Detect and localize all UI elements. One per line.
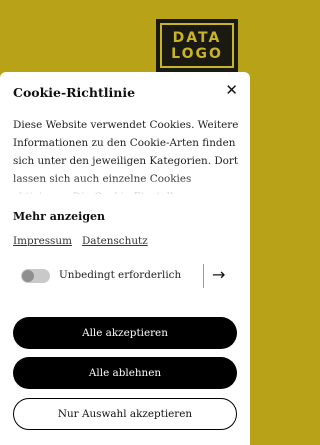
arrow-right-icon[interactable]: → [212,265,225,284]
cookie-dialog: Cookie-Richtlinie ✕ Diese Website verwen… [0,72,250,445]
logo-text-line1: DATA [172,29,222,46]
privacy-link[interactable]: Datenschutz [82,235,148,247]
close-icon[interactable]: ✕ [225,81,238,99]
accept-selection-button[interactable]: Nur Auswahl akzeptieren [13,398,237,430]
dialog-title: Cookie-Richtlinie [13,85,136,100]
category-label: Unbedingt erforderlich [59,269,182,281]
category-divider [203,264,204,288]
site-logo[interactable]: DATA LOGO [156,19,238,72]
logo-text-line2: LOGO [171,45,223,62]
accept-all-button[interactable]: Alle akzeptieren [13,317,237,349]
imprint-link[interactable]: Impressum [13,235,72,247]
logo-frame: DATA LOGO [160,23,234,68]
description-fade [0,176,250,198]
toggle-knob [22,270,34,282]
category-row-necessary: Unbedingt erforderlich → [13,264,237,288]
show-more-link[interactable]: Mehr anzeigen [13,210,105,223]
necessary-toggle[interactable] [21,269,50,283]
legal-links: Impressum Datenschutz [13,235,148,247]
reject-all-button[interactable]: Alle ablehnen [13,357,237,389]
